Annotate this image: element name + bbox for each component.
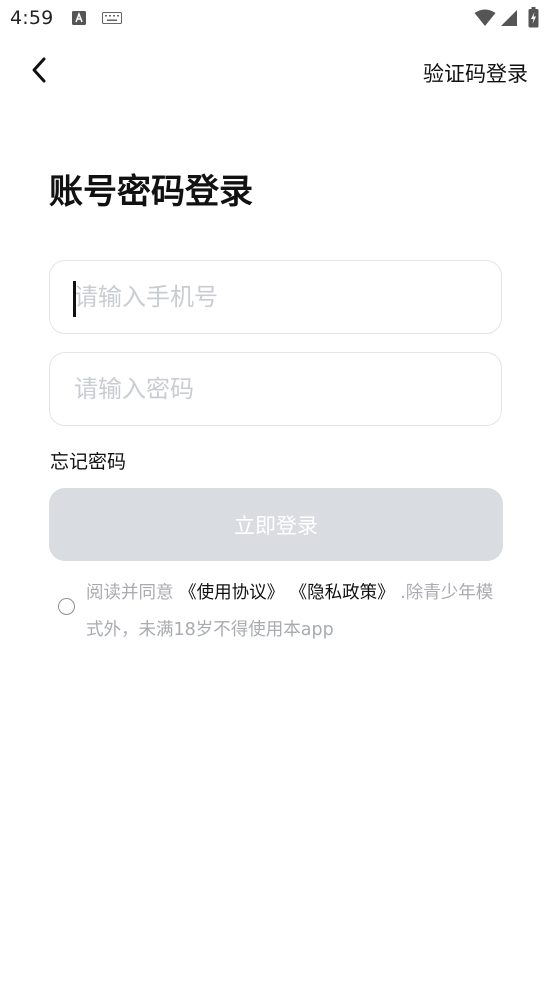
agreement-prefix: 阅读并同意 xyxy=(86,583,174,603)
cell-signal-icon xyxy=(501,10,517,26)
password-input[interactable] xyxy=(74,353,474,425)
wifi-icon xyxy=(474,9,496,26)
forgot-password-link[interactable]: 忘记密码 xyxy=(50,447,126,474)
keyboard-icon xyxy=(102,12,122,24)
sms-login-link[interactable]: 验证码登录 xyxy=(423,58,528,88)
privacy-link[interactable]: 《隐私政策》 xyxy=(290,583,395,603)
terms-link[interactable]: 《使用协议》 xyxy=(179,583,284,603)
agreement-text: 阅读并同意 《使用协议》 《隐私政策》 .除青少年模式外，未满18岁不得使用本a… xyxy=(86,575,506,649)
battery-charging-icon xyxy=(528,7,539,28)
back-button[interactable] xyxy=(26,52,56,88)
login-button[interactable]: 立即登录 xyxy=(49,488,503,561)
text-caret xyxy=(73,281,76,317)
agreement-checkbox[interactable] xyxy=(58,598,75,615)
phone-field[interactable] xyxy=(49,260,502,334)
password-field[interactable] xyxy=(49,352,502,426)
status-time: 4:59 xyxy=(10,7,54,29)
status-bar: 4:59 xyxy=(0,0,553,36)
phone-input[interactable] xyxy=(74,261,474,333)
chevron-left-icon xyxy=(32,57,46,83)
page-title: 账号密码登录 xyxy=(49,172,253,212)
text-input-icon xyxy=(72,11,86,25)
